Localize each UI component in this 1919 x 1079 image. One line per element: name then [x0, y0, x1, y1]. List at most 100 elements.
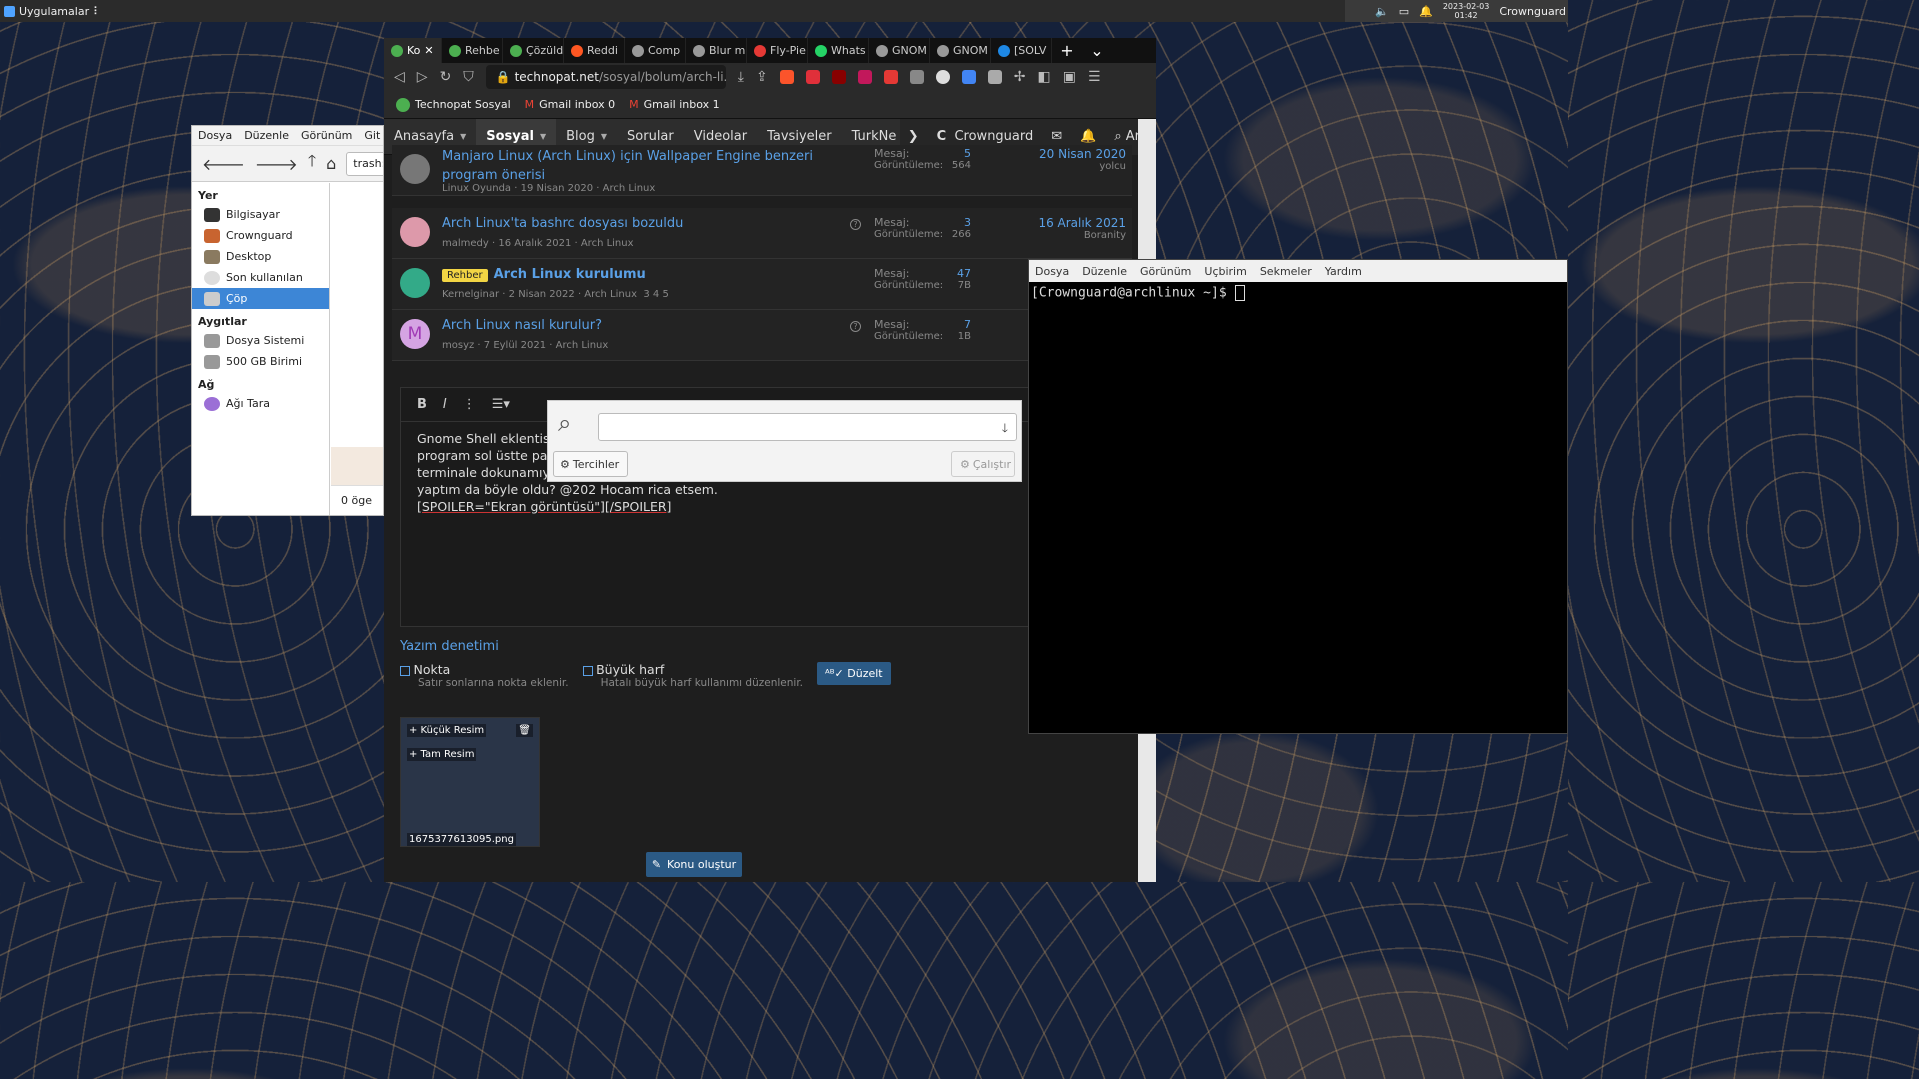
thread-item[interactable]: Rehber Arch Linux kurulumu Kernelginar · …	[392, 259, 1132, 310]
tab-list-chevron-icon[interactable]: ⌄	[1082, 41, 1112, 60]
brave-rewards-icon[interactable]	[805, 70, 820, 84]
tab[interactable]: Whats	[808, 38, 869, 63]
youtube-ext-icon[interactable]	[883, 70, 898, 84]
fm-menu-edit[interactable]: Düzenle	[244, 129, 289, 142]
back-arrow-icon[interactable]: 🡐	[202, 154, 245, 174]
italic-icon[interactable]: I	[443, 397, 447, 412]
tab[interactable]: GNOM	[869, 38, 930, 63]
sidebar-item-desktop[interactable]: Desktop	[192, 246, 329, 267]
tab[interactable]: Reddi	[564, 38, 625, 63]
tab[interactable]: Rehbe	[442, 38, 503, 63]
brave-shields-icon[interactable]	[779, 70, 794, 84]
sidebar-item-trash[interactable]: Çöp	[192, 288, 329, 309]
sidebar-item-recent[interactable]: Son kullanılan	[192, 267, 329, 288]
back-icon[interactable]: ◁	[394, 69, 405, 85]
option-capital[interactable]: Büyük harf Hatalı büyük harf kullanımı dü…	[582, 662, 803, 689]
system-tray: 🔈 ▭ 🔔 2023-02-03 01:42 Crownguard	[1345, 0, 1568, 22]
term-menu-edit[interactable]: Düzenle	[1082, 265, 1127, 278]
menu-icon[interactable]: ☰	[1088, 69, 1101, 85]
bookmark-gmail-1[interactable]: M Gmail inbox 1	[629, 98, 720, 111]
fm-menu-go[interactable]: Git	[364, 129, 380, 142]
create-topic-button[interactable]: ✎ Konu oluştur	[646, 852, 742, 877]
thread-title[interactable]: Arch Linux nasıl kurulur?	[442, 318, 602, 333]
sidebar-item-network[interactable]: Ağı Tara	[192, 393, 329, 414]
tab[interactable]: Blur m	[686, 38, 747, 63]
close-tab-icon[interactable]: ✕	[424, 44, 433, 57]
insert-full-button[interactable]: + Tam Resim	[407, 748, 477, 761]
term-menu-file[interactable]: Dosya	[1035, 265, 1069, 278]
fm-menu-view[interactable]: Görünüm	[301, 129, 352, 142]
list-icon[interactable]: ☰▾	[492, 397, 510, 412]
applications-menu[interactable]: Uygulamalar ⠇	[0, 5, 101, 18]
term-menu-help[interactable]: Yardım	[1325, 265, 1362, 278]
location-bar[interactable]: trash:///	[346, 151, 383, 176]
tab[interactable]: [SOLV	[991, 38, 1052, 63]
inbox-icon[interactable]: ✉	[1051, 129, 1062, 144]
user-name[interactable]: Crownguard	[1499, 5, 1566, 18]
up-arrow-icon[interactable]: 🡑	[308, 150, 316, 177]
option-period[interactable]: Nokta Satır sonlarına nokta eklenir.	[400, 662, 569, 689]
color-picker-icon[interactable]	[909, 70, 924, 84]
thread-title[interactable]: Manjaro Linux (Arch Linux) için Wallpape…	[442, 147, 862, 185]
thread-item[interactable]: Manjaro Linux (Arch Linux) için Wallpape…	[392, 145, 1132, 196]
chevron-right-icon[interactable]: ❯	[908, 129, 919, 144]
tab[interactable]: Ko ✕	[384, 38, 442, 63]
extensions-puzzle-icon[interactable]: ✢	[1014, 69, 1026, 85]
thread-item[interactable]: M Arch Linux nasıl kurulur? mosyz · 7 Ey…	[392, 310, 1132, 361]
ublock-icon[interactable]	[831, 70, 846, 84]
term-menu-tabs[interactable]: Sekmeler	[1260, 265, 1312, 278]
fix-button[interactable]: ᴬᴮ✓ Düzelt	[817, 662, 891, 685]
wallet-icon[interactable]: ▣	[1063, 69, 1076, 85]
glasses-icon[interactable]	[987, 70, 1002, 84]
volume-icon[interactable]: 🔈	[1375, 5, 1389, 18]
sidebar-item-filesystem[interactable]: Dosya Sistemi	[192, 330, 329, 351]
user-menu[interactable]: C Crownguard	[937, 129, 1034, 144]
delete-trash-icon[interactable]: 🗑	[516, 724, 533, 737]
address-bar[interactable]: 🔒 technopat.net/sosyal/bolum/arch-li...	[485, 65, 726, 89]
search-input[interactable]: 🡓	[598, 413, 1017, 441]
thread-title[interactable]: Arch Linux'ta bashrc dosyası bozuldu	[442, 216, 683, 231]
checkbox[interactable]	[400, 666, 410, 676]
terminal-prompt[interactable]: [Crownguard@archlinux ~]$	[1029, 282, 1567, 304]
bold-icon[interactable]: B	[417, 397, 427, 412]
share-icon[interactable]: ⇪	[756, 69, 768, 85]
bookmark-icon[interactable]: ⛉	[463, 69, 474, 85]
bookmark-technopat[interactable]: Technopat Sosyal	[396, 97, 511, 112]
preferences-button[interactable]: ⚙ Tercihler	[553, 451, 628, 477]
attachment-thumbnail[interactable]: + Küçük Resim + Tam Resim 🗑 167537761309…	[400, 717, 540, 847]
term-menu-terminal[interactable]: Uçbirim	[1204, 265, 1246, 278]
sidebar-item-computer[interactable]: Bilgisayar	[192, 204, 329, 225]
sidebar-icon[interactable]: ◧	[1037, 69, 1050, 85]
bell-icon[interactable]: 🔔	[1080, 129, 1096, 144]
install-icon[interactable]: ⤓	[738, 69, 744, 85]
run-button[interactable]: ⚙ Çalıştır	[951, 451, 1015, 477]
fm-menu-file[interactable]: Dosya	[198, 129, 232, 142]
clock[interactable]: 2023-02-03 01:42	[1443, 2, 1490, 20]
tab[interactable]: Comp	[625, 38, 686, 63]
forward-icon[interactable]: ▷	[417, 69, 428, 85]
sidebar-item-home[interactable]: Crownguard	[192, 225, 329, 246]
terminal-window[interactable]: Dosya Düzenle Görünüm Uçbirim Sekmeler Y…	[1028, 259, 1568, 734]
bookmark-gmail-0[interactable]: M Gmail inbox 0	[525, 98, 616, 111]
notification-bell-icon[interactable]: 🔔	[1419, 5, 1433, 18]
extension-b-icon[interactable]	[935, 70, 950, 84]
tab[interactable]: GNOM	[930, 38, 991, 63]
thread-title[interactable]: Rehber Arch Linux kurulumu	[442, 267, 646, 282]
tab[interactable]: Fly-Pie	[747, 38, 808, 63]
translate-icon[interactable]	[961, 70, 976, 84]
insert-thumbnail-button[interactable]: + Küçük Resim	[407, 724, 487, 737]
term-menu-view[interactable]: Görünüm	[1140, 265, 1191, 278]
forward-arrow-icon[interactable]: 🡒	[255, 154, 298, 174]
more-icon[interactable]: ⋮	[463, 397, 476, 412]
last-reply[interactable]: 16 Aralık 2021 Boranity	[1038, 216, 1126, 241]
last-reply[interactable]: 20 Nisan 2020 yolcu	[1039, 147, 1126, 172]
thread-item[interactable]: Arch Linux'ta bashrc dosyası bozuldu mal…	[392, 208, 1132, 259]
battery-icon[interactable]: ▭	[1399, 5, 1409, 18]
extension-sl-icon[interactable]	[857, 70, 872, 84]
new-tab-button[interactable]: +	[1052, 41, 1082, 60]
reload-icon[interactable]: ↻	[440, 69, 452, 85]
sidebar-item-volume[interactable]: 500 GB Birimi	[192, 351, 329, 372]
checkbox[interactable]	[582, 666, 593, 676]
home-icon[interactable]: ⌂	[326, 154, 336, 173]
tab[interactable]: Çözüld	[503, 38, 564, 63]
